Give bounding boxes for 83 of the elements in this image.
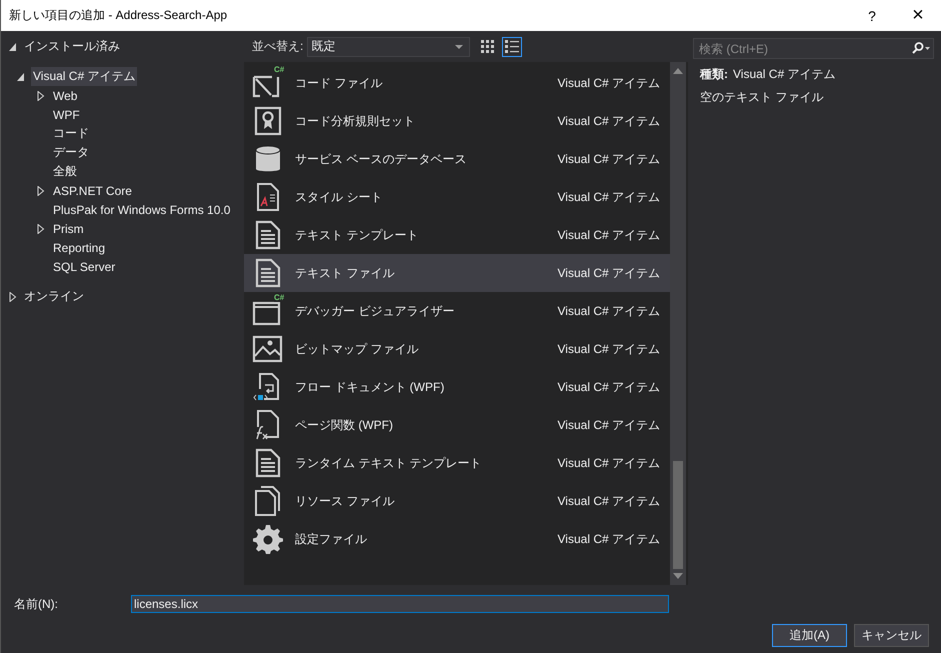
ribbon-icon xyxy=(252,105,284,137)
collapsed-arrow-icon[interactable] xyxy=(37,224,45,234)
tree-item[interactable]: インストール済み xyxy=(9,37,244,56)
template-item[interactable]: スタイル シート Visual C# アイテム xyxy=(244,178,670,216)
tree-item[interactable]: オンライン xyxy=(9,287,244,306)
window-title: 新しい項目の追加 - Address-Search-App xyxy=(9,7,228,24)
tree-item[interactable]: データ xyxy=(51,143,91,162)
scroll-down-icon[interactable] xyxy=(673,573,683,579)
template-name: リソース ファイル xyxy=(295,492,396,510)
template-name: 設定ファイル xyxy=(295,530,368,548)
tree-item[interactable]: ASP.NET Core xyxy=(51,182,134,198)
template-item[interactable]: C# コード ファイル Visual C# アイテム xyxy=(244,64,670,102)
template-category: Visual C# アイテム xyxy=(558,454,660,472)
cancel-button[interactable]: キャンセル xyxy=(854,624,929,647)
expanded-arrow-icon[interactable] xyxy=(17,72,25,82)
template-category: Visual C# アイテム xyxy=(558,188,660,206)
type-label: 種類: xyxy=(700,66,728,82)
add-button[interactable]: 追加(A) xyxy=(772,624,847,647)
tree-item[interactable]: Visual C# アイテム xyxy=(31,67,138,86)
tree-item[interactable]: Reporting xyxy=(51,240,108,256)
dropdown-caret-icon xyxy=(455,44,464,48)
template-item[interactable]: ページ関数 (WPF) Visual C# アイテム xyxy=(244,406,670,444)
template-item[interactable]: フロー ドキュメント (WPF) Visual C# アイテム xyxy=(244,368,670,406)
template-category: Visual C# アイテム xyxy=(558,492,660,510)
scrollbar[interactable] xyxy=(670,62,686,585)
tree-item[interactable]: WPF xyxy=(51,106,82,122)
template-name: デバッガー ビジュアライザー xyxy=(295,302,456,320)
template-item[interactable]: ランタイム テキスト テンプレート Visual C# アイテム xyxy=(244,444,670,482)
template-name: コード分析規則セット xyxy=(295,112,416,130)
collapsed-arrow-icon[interactable] xyxy=(9,292,17,302)
tree-item[interactable]: PlusPak for Windows Forms 10.0 xyxy=(51,202,232,218)
template-item[interactable]: コード分析規則セット Visual C# アイテム xyxy=(244,102,670,140)
type-value: Visual C# アイテム xyxy=(733,66,836,82)
close-button[interactable]: × xyxy=(895,0,941,31)
tree-item[interactable]: Web xyxy=(51,88,80,104)
sort-label: 並べ替え: xyxy=(252,38,304,55)
tree-item[interactable]: 全般 xyxy=(51,162,79,181)
scroll-thumb[interactable] xyxy=(673,461,683,569)
help-button[interactable]: ? xyxy=(849,0,895,31)
template-name: スタイル シート xyxy=(295,188,384,206)
template-category: Visual C# アイテム xyxy=(558,74,660,92)
template-category: Visual C# アイテム xyxy=(558,302,660,320)
template-name: テキスト ファイル xyxy=(295,264,396,282)
template-item[interactable]: リソース ファイル Visual C# アイテム xyxy=(244,482,670,520)
template-name: ページ関数 (WPF) xyxy=(295,416,394,434)
sort-dropdown[interactable]: 既定 xyxy=(307,36,470,56)
search-field[interactable]: 検索 (Ctrl+E) xyxy=(693,38,934,59)
template-name: コード ファイル xyxy=(295,74,384,92)
name-field[interactable]: licenses.licx xyxy=(131,595,669,613)
template-category: Visual C# アイテム xyxy=(558,112,660,130)
template-item[interactable]: テキスト テンプレート Visual C# アイテム xyxy=(244,216,670,254)
settings-icon xyxy=(252,523,284,555)
list-view-button[interactable] xyxy=(502,36,522,56)
template-item[interactable]: テキスト ファイル Visual C# アイテム xyxy=(244,254,670,292)
template-item[interactable]: 設定ファイル Visual C# アイテム xyxy=(244,520,670,558)
collapsed-arrow-icon[interactable] xyxy=(37,90,45,100)
template-name: サービス ベースのデータベース xyxy=(295,150,468,168)
template-category: Visual C# アイテム xyxy=(558,378,660,396)
image-icon xyxy=(252,333,284,365)
expanded-arrow-icon[interactable] xyxy=(9,42,17,52)
tree-item[interactable]: Prism xyxy=(51,220,86,236)
template-category: Visual C# アイテム xyxy=(558,264,660,282)
template-name: テキスト テンプレート xyxy=(295,226,420,244)
template-category: Visual C# アイテム xyxy=(558,416,660,434)
tree-item[interactable]: コード xyxy=(51,124,91,143)
search-icon[interactable] xyxy=(912,42,930,54)
collapsed-arrow-icon[interactable] xyxy=(37,186,45,196)
scroll-up-icon[interactable] xyxy=(673,68,683,74)
tree-item[interactable]: SQL Server xyxy=(51,258,118,274)
template-item[interactable]: サービス ベースのデータベース Visual C# アイテム xyxy=(244,140,670,178)
template-category: Visual C# アイテム xyxy=(558,226,660,244)
template-category: Visual C# アイテム xyxy=(558,340,660,358)
template-name: フロー ドキュメント (WPF) xyxy=(295,378,446,396)
template-category: Visual C# アイテム xyxy=(558,530,660,548)
template-item[interactable]: ビットマップ ファイル Visual C# アイテム xyxy=(244,330,670,368)
name-label: 名前(N): xyxy=(13,596,59,612)
language-badge: C# xyxy=(274,66,284,74)
template-category: Visual C# アイテム xyxy=(558,150,660,168)
template-name: ランタイム テキスト テンプレート xyxy=(295,454,483,472)
item-description: 空のテキスト ファイル xyxy=(700,89,824,105)
template-name: ビットマップ ファイル xyxy=(295,340,420,358)
template-item[interactable]: C# デバッガー ビジュアライザー Visual C# アイテム xyxy=(244,292,670,330)
language-badge: C# xyxy=(274,294,284,302)
